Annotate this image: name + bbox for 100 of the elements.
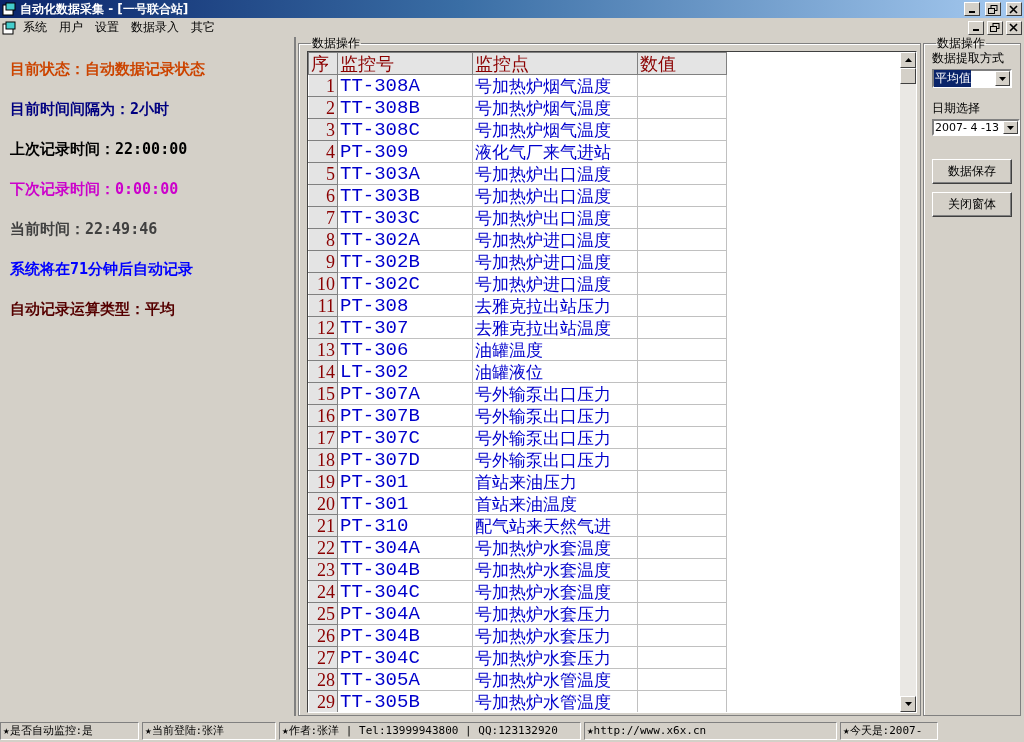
scroll-thumb[interactable] bbox=[900, 68, 916, 84]
group-title: 数据操作 bbox=[936, 37, 986, 49]
menu-item[interactable]: 用户 bbox=[54, 19, 88, 36]
table-cell: TT-308A bbox=[337, 74, 473, 97]
scroll-up-icon[interactable] bbox=[904, 58, 912, 62]
row-number: 19 bbox=[308, 470, 338, 493]
app-icon bbox=[2, 2, 16, 16]
table-cell: 号外输泵出口压力 bbox=[472, 426, 638, 449]
row-number: 13 bbox=[308, 338, 338, 361]
table-cell: PT-301 bbox=[337, 470, 473, 493]
table-cell: 号加热炉出口温度 bbox=[472, 162, 638, 185]
status-text: 上次记录时间：22:00:00 bbox=[10, 139, 189, 159]
table-cell: 号加热炉水套温度 bbox=[472, 536, 638, 559]
row-number: 16 bbox=[308, 404, 338, 427]
close-button[interactable] bbox=[1006, 2, 1022, 16]
table-cell: TT-304A bbox=[337, 536, 473, 559]
table-cell: PT-304C bbox=[337, 646, 473, 669]
status-panel: ★当前登陆:张洋 bbox=[142, 722, 276, 740]
scroll-down-icon[interactable] bbox=[904, 702, 912, 706]
table-cell: 号加热炉进口温度 bbox=[472, 228, 638, 251]
row-number: 11 bbox=[308, 294, 338, 317]
table-cell: 号加热炉烟气温度 bbox=[472, 118, 638, 141]
status-text: 目前时间间隔为：2小时 bbox=[10, 99, 171, 119]
row-number: 27 bbox=[308, 646, 338, 669]
menu-item[interactable]: 其它 bbox=[186, 19, 220, 36]
table-cell: 首站来油温度 bbox=[472, 492, 638, 515]
row-number: 1 bbox=[308, 74, 338, 97]
table-cell: TT-304B bbox=[337, 558, 473, 581]
table-cell: 号加热炉出口温度 bbox=[472, 206, 638, 229]
row-number: 14 bbox=[308, 360, 338, 383]
table-cell: TT-306 bbox=[337, 338, 473, 361]
table-cell: TT-303A bbox=[337, 162, 473, 185]
table-cell: 号外输泵出口压力 bbox=[472, 448, 638, 471]
row-number: 26 bbox=[308, 624, 338, 647]
minimize-button[interactable] bbox=[964, 2, 980, 16]
menu-item[interactable]: 数据录入 bbox=[126, 19, 184, 36]
row-number: 20 bbox=[308, 492, 338, 515]
row-number: 6 bbox=[308, 184, 338, 207]
row-number: 9 bbox=[308, 250, 338, 273]
table-cell: 号加热炉进口温度 bbox=[472, 250, 638, 273]
row-number: 22 bbox=[308, 536, 338, 559]
action-button[interactable]: 关闭窗体 bbox=[932, 192, 1012, 217]
status-text: 系统将在71分钟后自动记录 bbox=[10, 259, 195, 279]
table-cell: TT-303C bbox=[337, 206, 473, 229]
restore-button[interactable] bbox=[985, 2, 1001, 16]
table-cell: 号加热炉水套压力 bbox=[472, 602, 638, 625]
table-cell: 号外输泵出口压力 bbox=[472, 404, 638, 427]
table-cell: PT-307A bbox=[337, 382, 473, 405]
column-header[interactable]: 监控号 bbox=[337, 52, 473, 75]
minimize-icon bbox=[969, 10, 975, 13]
field-label: 日期选择 bbox=[932, 100, 981, 117]
table-cell: PT-310 bbox=[337, 514, 473, 537]
row-number: 2 bbox=[308, 96, 338, 119]
restore-button[interactable] bbox=[987, 20, 1003, 35]
minimize-button[interactable] bbox=[968, 20, 984, 35]
row-number: 5 bbox=[308, 162, 338, 185]
window-title: 自动化数据采集 - [一号联合站] bbox=[20, 0, 189, 18]
row-number: 21 bbox=[308, 514, 338, 537]
date-picker[interactable]: 2007- 4 -13 bbox=[932, 119, 1020, 136]
table-cell: TT-308C bbox=[337, 118, 473, 141]
method-dropdown[interactable]: 平均值 bbox=[932, 69, 1012, 88]
status-panel: ★是否自动监控:是 bbox=[0, 722, 139, 740]
minimize-icon bbox=[973, 29, 979, 31]
menu-item[interactable]: 设置 bbox=[90, 19, 124, 36]
row-number: 4 bbox=[308, 140, 338, 163]
table-cell: TT-308B bbox=[337, 96, 473, 119]
table-cell: PT-307D bbox=[337, 448, 473, 471]
app-icon bbox=[2, 20, 16, 35]
close-icon bbox=[1009, 23, 1019, 32]
table-cell: PT-308 bbox=[337, 294, 473, 317]
table-cell: 号外输泵出口压力 bbox=[472, 382, 638, 405]
table-cell: TT-305A bbox=[337, 668, 473, 691]
table-cell: 号加热炉进口温度 bbox=[472, 272, 638, 295]
action-button[interactable]: 数据保存 bbox=[932, 159, 1012, 184]
table-cell: TT-302A bbox=[337, 228, 473, 251]
table-cell: 去雅克拉出站压力 bbox=[472, 294, 638, 317]
column-header[interactable]: 数值 bbox=[637, 52, 727, 75]
row-number: 25 bbox=[308, 602, 338, 625]
row-number: 24 bbox=[308, 580, 338, 603]
table-cell: 号加热炉水套压力 bbox=[472, 646, 638, 669]
close-button[interactable] bbox=[1006, 20, 1022, 35]
status-text: 下次记录时间：0:00:00 bbox=[10, 179, 180, 199]
table-cell: 号加热炉出口温度 bbox=[472, 184, 638, 207]
row-number: 23 bbox=[308, 558, 338, 581]
row-number: 10 bbox=[308, 272, 338, 295]
group-title: 数据操作 bbox=[311, 37, 361, 49]
menu-item[interactable]: 系统 bbox=[18, 19, 52, 36]
column-header[interactable]: 监控点 bbox=[472, 52, 638, 75]
table-cell: TT-304C bbox=[337, 580, 473, 603]
row-number: 12 bbox=[308, 316, 338, 339]
row-number: 7 bbox=[308, 206, 338, 229]
field-label: 数据提取方式 bbox=[932, 50, 1005, 67]
table-cell: PT-307C bbox=[337, 426, 473, 449]
row-number: 17 bbox=[308, 426, 338, 449]
status-text: 当前时间：22:49:46 bbox=[10, 219, 159, 239]
table-cell: LT-302 bbox=[337, 360, 473, 383]
table-cell: 号加热炉水套压力 bbox=[472, 624, 638, 647]
row-number: 8 bbox=[308, 228, 338, 251]
column-header[interactable]: 序 bbox=[308, 52, 338, 75]
table-cell: 去雅克拉出站温度 bbox=[472, 316, 638, 339]
